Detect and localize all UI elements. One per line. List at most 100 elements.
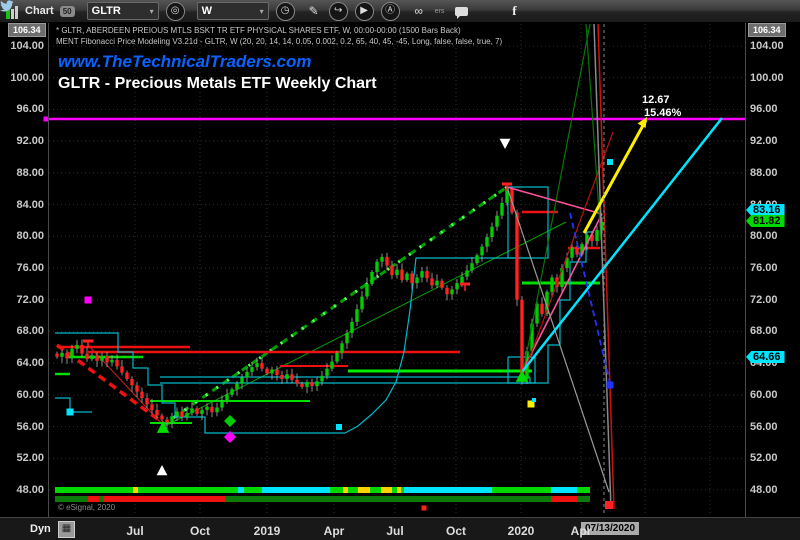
x-axis-label: Jul: [386, 524, 404, 538]
facebook-button[interactable]: f: [506, 3, 522, 19]
dyn-mode-button[interactable]: Dyn: [30, 523, 51, 535]
steep-gray: [593, 23, 612, 510]
watermark-link[interactable]: www.TheTechnicalTraders.com: [58, 52, 312, 72]
y-axis-label: 104.00: [10, 39, 44, 52]
x-axis-label: Apr: [570, 524, 592, 538]
x-axis-label: 2019: [253, 524, 281, 538]
signal-strips: [55, 487, 590, 502]
interval-clock-button[interactable]: ◷: [275, 1, 295, 21]
white-triangle-down-marker: [499, 138, 511, 149]
y-axis-label: 80.00: [750, 230, 778, 243]
fan-green-1: [521, 23, 591, 379]
symbol-sync-button[interactable]: ◎: [165, 1, 185, 21]
axis-magenta-tick: [43, 116, 49, 122]
chevron-down-icon: ▾: [259, 6, 264, 16]
window-badge: 50: [59, 5, 75, 17]
target-points-label: 12.67: [642, 94, 670, 106]
y-axis-label: 76.00: [16, 261, 44, 274]
draw-tool-button[interactable]: ✎: [306, 4, 322, 18]
y-axis-label: 80.00: [16, 230, 44, 243]
play-icon: ▶: [360, 4, 368, 16]
link-button[interactable]: ∞: [411, 4, 427, 18]
clock-icon: ◷: [280, 4, 290, 16]
time-axis[interactable]: Dyn ▦ 07/13/2020 Jul Oct 2019 Apr Jul Oct 2020…: [0, 517, 800, 540]
x-axis-label: Oct: [445, 524, 467, 538]
y-axis-label: 60.00: [16, 388, 44, 401]
white-triangle-up-marker: [156, 465, 168, 476]
stop-trail-recovery: [522, 231, 594, 384]
y-axis-label: 96.00: [750, 103, 778, 116]
chart-title: GLTR - Precious Metals ETF Weekly Chart: [58, 75, 377, 92]
curved-arrow-icon: ↪: [333, 4, 343, 16]
blue-square-marker: [606, 381, 614, 389]
red-square-marker: [421, 505, 427, 511]
price-badge: 83.16: [746, 204, 785, 216]
cyan-square-marker: [532, 398, 536, 402]
y-axis-label: 64.00: [16, 357, 44, 370]
y-axis-label: 48.00: [750, 484, 778, 496]
toolbar: Chart 50 GLTR ▾ ◎ W ▾ ◷ ✎ ↪ ▶ Ⓐ ∞ ers f: [0, 0, 800, 23]
candles-layer: [55, 182, 604, 429]
y-axis-label: 52.00: [16, 452, 44, 465]
price-badge: 81.82: [746, 215, 785, 227]
twitter-bird-icon: [0, 0, 14, 12]
uptrend-thin: [162, 221, 567, 428]
price-badge: 64.66: [746, 351, 785, 363]
cyan-square-marker: [336, 424, 342, 430]
chat-button[interactable]: [455, 6, 469, 19]
price-badge-high-left: 106.34: [8, 23, 46, 37]
y-axis-label: 100.00: [10, 71, 44, 84]
ers-label: ers: [434, 7, 445, 15]
x-axis-label: 2020: [507, 524, 535, 538]
magenta-square-marker: [84, 296, 92, 304]
interval-value: W: [201, 5, 213, 17]
chart-window: Chart 50 GLTR ▾ ◎ W ▾ ◷ ✎ ↪ ▶ Ⓐ ∞ ers f …: [0, 0, 800, 540]
chevron-down-icon: ▾: [149, 6, 154, 16]
facebook-icon: f: [512, 3, 517, 18]
price-badge-high-right: 106.34: [748, 23, 786, 37]
y-axis-label: 100.00: [750, 71, 784, 84]
y-axis-label: 60.00: [750, 388, 778, 401]
y-axis-label: 52.00: [750, 452, 778, 465]
green-diamond-marker: [224, 415, 236, 427]
y-axis-label: 104.00: [750, 39, 784, 52]
y-axis-label: 96.00: [16, 103, 44, 116]
interval-input[interactable]: W ▾: [196, 2, 269, 20]
time-template-icon[interactable]: ▦: [58, 521, 75, 538]
symbol-description: * GLTR, ABERDEEN PREIOUS MTLS BSKT TR ET…: [56, 26, 461, 35]
red-square-marker: [605, 501, 613, 509]
markers-layer: [43, 24, 647, 513]
y-axis-label: 72.00: [750, 293, 778, 306]
overlay-lines-front: [506, 23, 723, 510]
range-box-bottom: [160, 377, 531, 384]
pencil-icon: ✎: [308, 4, 319, 18]
target-icon: ◎: [170, 4, 180, 16]
y-axis-label: 56.00: [750, 420, 778, 433]
wedge-lower: [521, 213, 603, 373]
annotate-button[interactable]: Ⓐ: [380, 1, 400, 21]
x-axis-label: Jul: [126, 524, 144, 538]
y-axis-label: 88.00: [750, 166, 778, 179]
copyright-label: © eSignal, 2020: [58, 503, 116, 512]
y-axis-label: 92.00: [750, 135, 778, 148]
y-axis-label: 84.00: [16, 198, 44, 211]
cyan-square-marker: [607, 159, 613, 165]
x-axis-label: Oct: [189, 524, 211, 538]
y-axis-label: 76.00: [750, 261, 778, 274]
y-axis-label: 48.00: [16, 484, 44, 496]
play-button[interactable]: ▶: [354, 1, 374, 21]
y-axis-label: 68.00: [750, 325, 778, 338]
y-axis-label: 56.00: [16, 420, 44, 433]
cyan-square-marker: [66, 408, 74, 416]
x-axis-label: Apr: [323, 524, 345, 538]
window-title: Chart: [25, 5, 54, 17]
circled-a-icon: Ⓐ: [385, 4, 396, 16]
symbol-input[interactable]: GLTR ▾: [86, 2, 159, 20]
study-description: MENT Fibonacci Price Modeling V3.21d - G…: [56, 37, 503, 46]
y-axis-label: 92.00: [16, 135, 44, 148]
y-axis-label: 88.00: [16, 166, 44, 179]
y-axis-label: 72.00: [16, 293, 44, 306]
link-icon: ∞: [414, 4, 423, 18]
symbol-value: GLTR: [91, 5, 121, 17]
replay-button[interactable]: ↪: [328, 1, 348, 21]
